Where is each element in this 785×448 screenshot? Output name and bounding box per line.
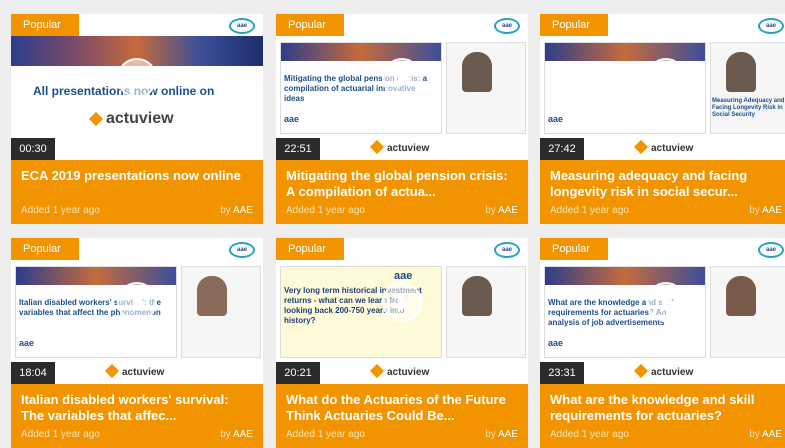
video-card[interactable]: What are the knowledge and skill require…: [540, 238, 785, 448]
author-link[interactable]: AAE: [762, 429, 782, 440]
play-icon[interactable]: [646, 58, 686, 98]
aae-logo: aae: [758, 242, 784, 258]
author-link[interactable]: AAE: [233, 429, 253, 440]
thumbnail-footer: 18:04 actuview: [11, 362, 263, 384]
play-icon[interactable]: [646, 282, 686, 322]
author-byline: by AAE: [485, 429, 518, 440]
popular-badge: Popular: [11, 14, 79, 36]
play-icon[interactable]: [382, 282, 422, 322]
author-byline: by AAE: [749, 429, 782, 440]
speaker-image: [462, 52, 492, 92]
duration-label: 23:31: [540, 362, 584, 384]
actuview-logo-icon: [369, 363, 385, 379]
thumbnail-text: Measuring Adequacy and Facing Longevity …: [712, 98, 785, 118]
play-icon[interactable]: [117, 282, 157, 322]
play-icon[interactable]: [382, 58, 422, 98]
added-time: Added 1 year ago: [550, 429, 629, 440]
duration-label: 00:30: [11, 138, 55, 160]
aae-slide-logo: aae: [548, 338, 564, 348]
play-icon[interactable]: [117, 58, 157, 98]
author-link[interactable]: AAE: [498, 429, 518, 440]
aae-slide-logo: aae: [548, 114, 564, 124]
video-card[interactable]: Very long term historical investment ret…: [276, 238, 528, 448]
speaker-image: [462, 276, 492, 316]
actuview-brand: actuview: [369, 363, 429, 380]
duration-label: 20:21: [276, 362, 320, 384]
added-time: Added 1 year ago: [550, 205, 629, 216]
author-byline: by AAE: [485, 205, 518, 216]
speaker-image: [726, 52, 756, 92]
actuview-brand: actuview: [633, 363, 693, 380]
actuview-brand: actuview: [104, 363, 164, 380]
actuview-logo-icon: [369, 139, 385, 155]
popular-badge: Popular: [540, 14, 608, 36]
added-time: Added 1 year ago: [21, 429, 100, 440]
aae-logo: aae: [494, 18, 520, 34]
popular-badge: Popular: [276, 238, 344, 260]
aae-logo: aae: [229, 242, 255, 258]
author-link[interactable]: AAE: [233, 205, 253, 216]
video-title[interactable]: Mitigating the global pension crisis: A …: [286, 168, 518, 200]
actuview-logo-icon: [88, 111, 104, 127]
video-card[interactable]: All presentations now online on actuview…: [11, 14, 263, 224]
video-title[interactable]: What do the Actuaries of the Future Thin…: [286, 392, 518, 424]
actuview-logo-icon: [633, 139, 649, 155]
aae-logo: aae: [758, 18, 784, 34]
actuview-logo-icon: [633, 363, 649, 379]
aae-slide-logo: aae: [19, 338, 35, 348]
added-time: Added 1 year ago: [286, 429, 365, 440]
video-title[interactable]: What are the knowledge and skill require…: [550, 392, 782, 424]
added-time: Added 1 year ago: [21, 205, 100, 216]
video-title[interactable]: ECA 2019 presentations now online: [21, 168, 253, 184]
author-byline: by AAE: [220, 429, 253, 440]
popular-badge: Popular: [540, 238, 608, 260]
author-link[interactable]: AAE: [498, 205, 518, 216]
actuview-brand: actuview: [633, 139, 693, 156]
thumbnail-brand: actuview: [88, 110, 174, 128]
actuview-logo-icon: [104, 363, 120, 379]
video-title[interactable]: Italian disabled workers' survival: The …: [21, 392, 253, 424]
video-card[interactable]: Mitigating the global pension crisis: a …: [276, 14, 528, 224]
added-time: Added 1 year ago: [286, 205, 365, 216]
author-link[interactable]: AAE: [762, 205, 782, 216]
author-byline: by AAE: [220, 205, 253, 216]
duration-label: 27:42: [540, 138, 584, 160]
video-card[interactable]: Measuring Adequacy and Facing Longevity …: [540, 14, 785, 224]
popular-badge: Popular: [11, 238, 79, 260]
aae-logo: aae: [494, 242, 520, 258]
speaker-image: [197, 276, 227, 316]
popular-badge: Popular: [276, 14, 344, 36]
duration-label: 18:04: [11, 362, 55, 384]
duration-label: 22:51: [276, 138, 320, 160]
thumbnail-footer: 22:51 actuview: [276, 138, 528, 160]
author-byline: by AAE: [749, 205, 782, 216]
video-grid: All presentations now online on actuview…: [0, 0, 785, 448]
actuview-brand: actuview: [369, 139, 429, 156]
thumbnail-footer: 00:30: [11, 138, 263, 160]
aae-slide-logo: aae: [394, 270, 413, 282]
video-title[interactable]: Measuring adequacy and facing longevity …: [550, 168, 782, 200]
video-card[interactable]: Italian disabled workers' survival: the …: [11, 238, 263, 448]
thumbnail-footer: 23:31 actuview: [540, 362, 785, 384]
aae-slide-logo: aae: [284, 114, 300, 124]
aae-logo: aae: [229, 18, 255, 34]
speaker-image: [726, 276, 756, 316]
thumbnail-footer: 27:42 actuview: [540, 138, 785, 160]
thumbnail-footer: 20:21 actuview: [276, 362, 528, 384]
